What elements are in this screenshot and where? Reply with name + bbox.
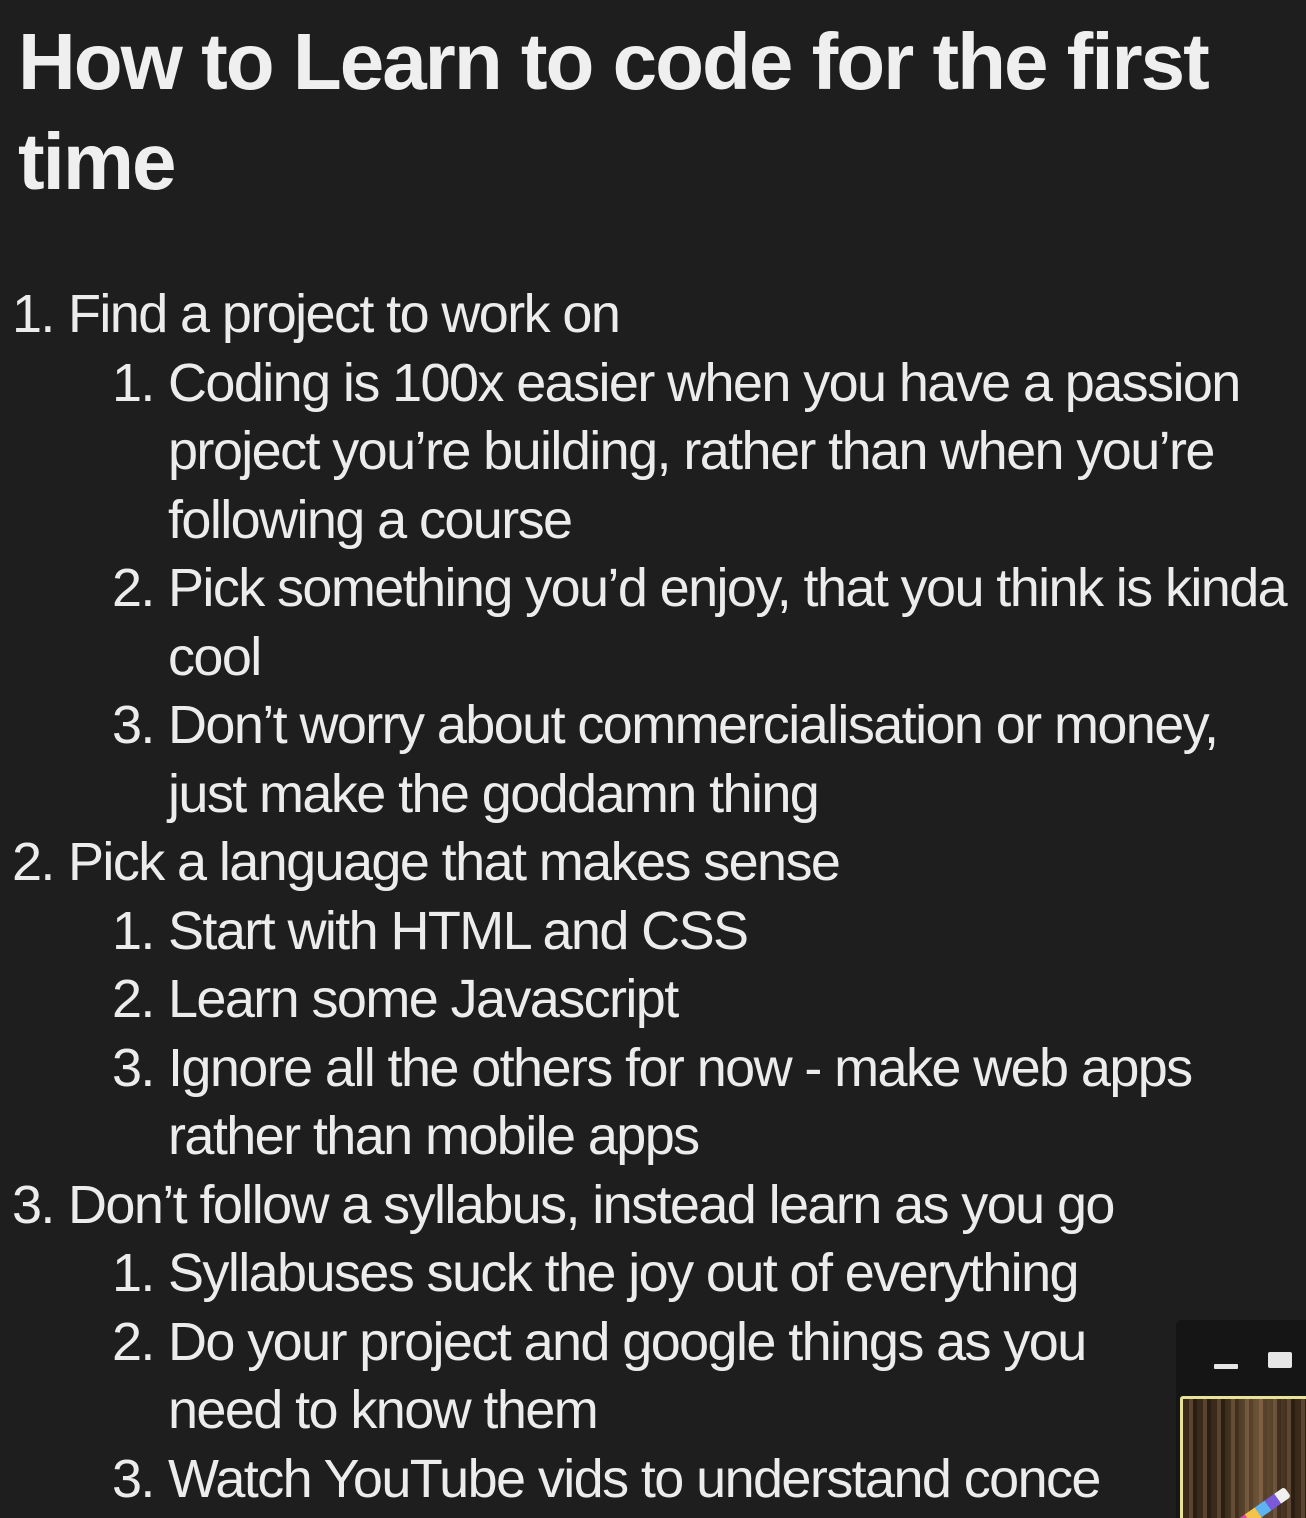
list-item-text: Don’t follow a syllabus, instead learn a… — [68, 1174, 1115, 1235]
list-number: 2. — [112, 558, 155, 618]
sub-list-item: 1. Syllabuses suck the joy out of everyt… — [12, 1239, 1302, 1308]
list-number: 2. — [12, 832, 55, 892]
list-item-text: Pick something you’d enjoy, that you thi… — [168, 558, 1288, 687]
list-item-text: Coding is 100x easier when you have a pa… — [168, 352, 1241, 550]
list-item: 2. Pick a language that makes sense — [12, 828, 1302, 897]
list-number: 3. — [112, 1448, 155, 1509]
list-item-text: Do your project and google things as you… — [168, 1311, 1087, 1441]
list-number: 3. — [12, 1174, 55, 1235]
list-number: 1. — [112, 900, 155, 961]
pip-window[interactable] — [1176, 1320, 1306, 1518]
list-item-text: Watch YouTube vids to understand conce — [168, 1448, 1101, 1509]
page-title: How to Learn to code for the first time — [18, 17, 1210, 206]
sub-list-item: 3. Ignore all the others for now - make … — [12, 1034, 1302, 1171]
pip-title-bar[interactable] — [1176, 1320, 1306, 1392]
list-item: 3. Don’t follow a syllabus, instead lear… — [12, 1171, 1302, 1240]
list-number: 1. — [112, 352, 155, 413]
video-thumbnail[interactable] — [1180, 1396, 1306, 1518]
list-number: 3. — [112, 1037, 155, 1098]
sub-list-item: 2. Do your project and google things as … — [12, 1308, 1302, 1445]
list-item-text: Pick a language that makes sense — [68, 832, 841, 892]
list-item-text: Learn some Javascript — [168, 969, 679, 1029]
list-number: 2. — [112, 1311, 155, 1372]
list-number: 3. — [112, 695, 155, 755]
list-item-text: Syllabuses suck the joy out of everythin… — [168, 1243, 1080, 1303]
sub-list-item: 1. Start with HTML and CSS — [12, 897, 1302, 966]
list-item-text: Find a project to work on — [68, 284, 621, 344]
notes-page: How to Learn to code for the first time … — [0, 0, 1306, 1518]
sub-list-item: 2. Pick something you’d enjoy, that you … — [12, 554, 1302, 691]
list-number: 1. — [12, 284, 55, 344]
maximize-icon[interactable] — [1268, 1352, 1292, 1368]
list-item: 1. Find a project to work on — [12, 280, 1302, 349]
sub-list-item: 3. Watch YouTube vids to understand conc… — [12, 1445, 1302, 1514]
outline-list: 1. Find a project to work on 1. Coding i… — [12, 280, 1302, 1513]
list-number: 1. — [112, 1243, 155, 1303]
list-item-text: Start with HTML and CSS — [168, 900, 749, 961]
sub-list-item: 1. Coding is 100x easier when you have a… — [12, 349, 1302, 555]
sub-list-item: 3. Don’t worry about commercialisation o… — [12, 691, 1302, 828]
minimize-icon[interactable] — [1214, 1364, 1238, 1369]
list-number: 2. — [112, 969, 155, 1029]
sub-list-item: 2. Learn some Javascript — [12, 965, 1302, 1034]
list-item-text: Don’t worry about commercialisation or m… — [168, 695, 1219, 824]
list-item-text: Ignore all the others for now - make web… — [168, 1037, 1193, 1167]
